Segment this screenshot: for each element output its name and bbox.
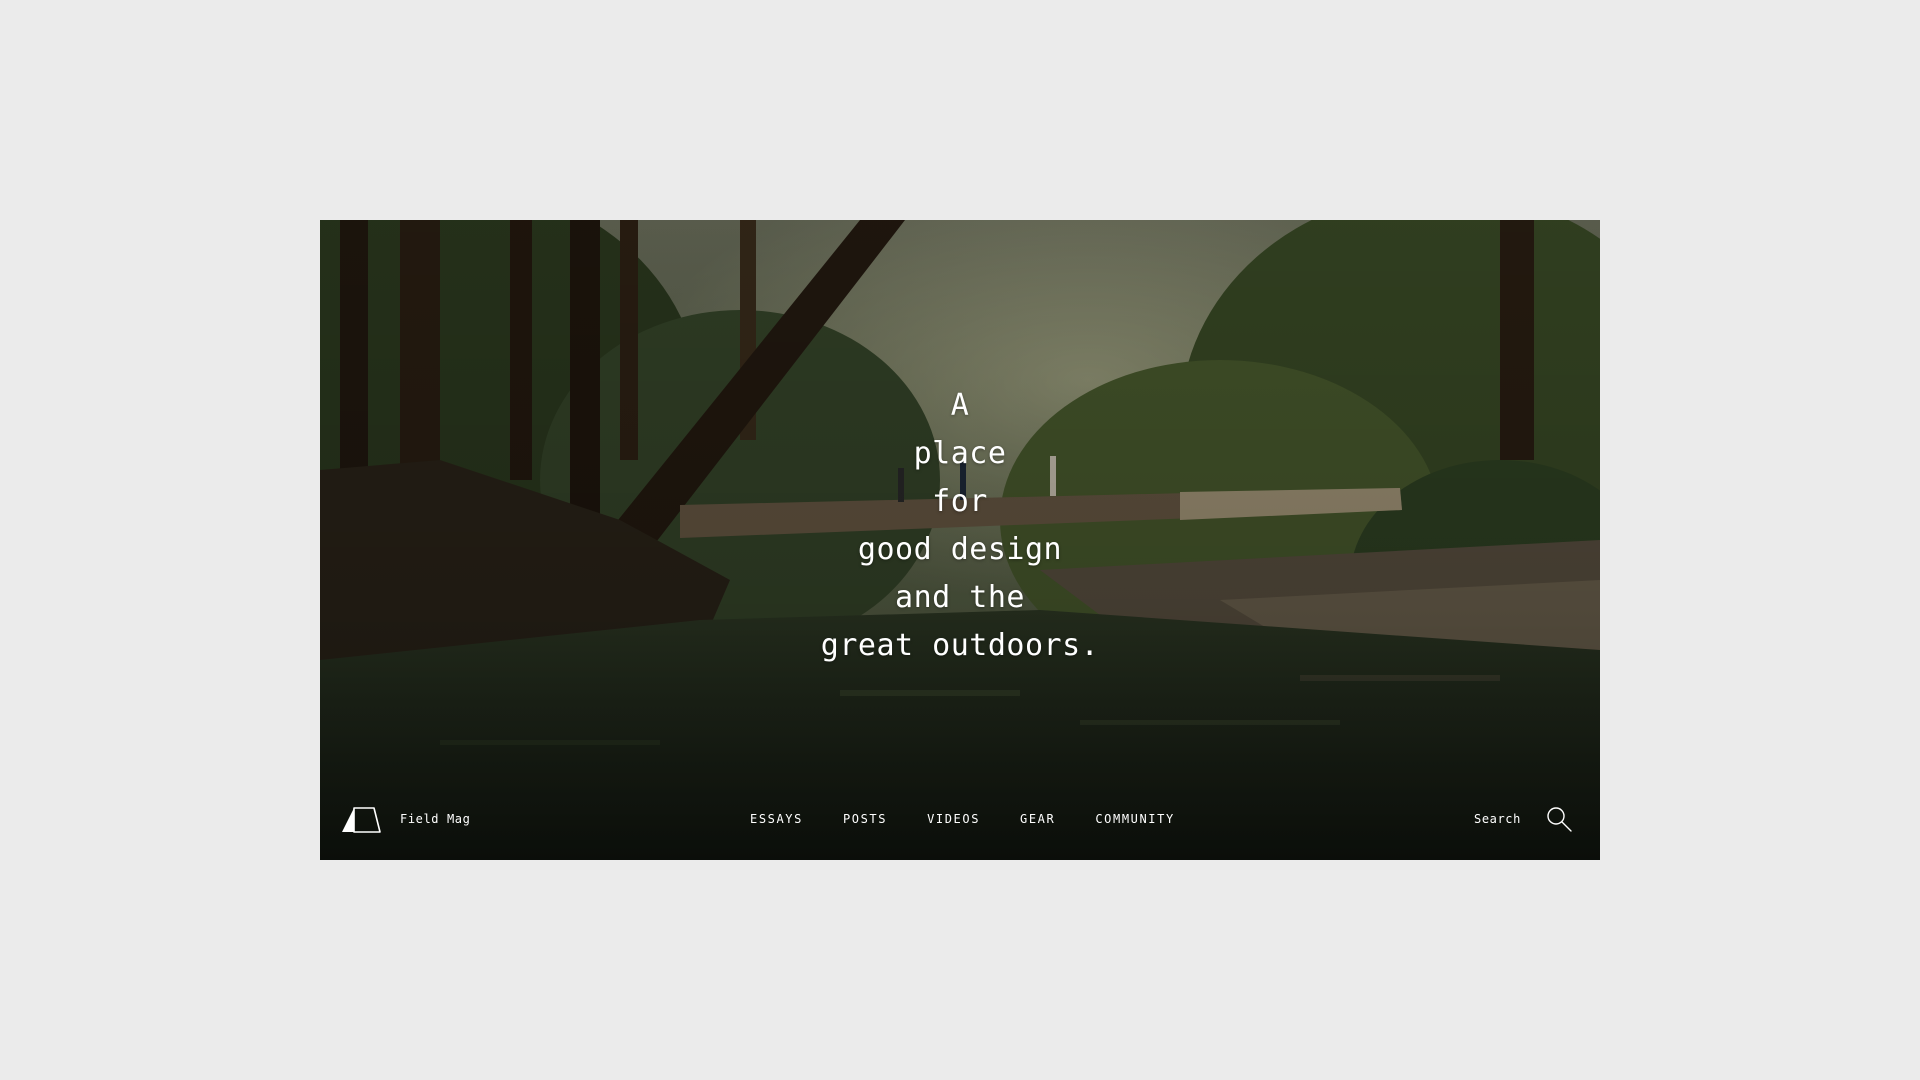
main-menu: ESSAYS POSTS VIDEOS GEAR COMMUNITY (750, 812, 1215, 826)
nav-item-videos[interactable]: VIDEOS (927, 812, 980, 826)
nav-item-posts[interactable]: POSTS (843, 812, 887, 826)
tent-logo-icon[interactable] (340, 807, 382, 833)
headline-line: good design (857, 532, 1063, 567)
headline-line: place (913, 436, 1007, 471)
hero-headline: A place for good design and the great ou… (320, 382, 1600, 670)
brand-name-link[interactable]: Field Mag (400, 812, 470, 826)
bottom-navigation: Field Mag ESSAYS POSTS VIDEOS GEAR COMMU… (320, 780, 1600, 860)
headline-line: great outdoors. (820, 628, 1100, 663)
nav-item-essays[interactable]: ESSAYS (750, 812, 803, 826)
search-icon[interactable] (1545, 805, 1573, 833)
nav-item-gear[interactable]: GEAR (1020, 812, 1055, 826)
nav-item-community[interactable]: COMMUNITY (1095, 812, 1174, 826)
headline-line: A (950, 388, 970, 423)
hero-section: A place for good design and the great ou… (320, 220, 1600, 860)
search-label[interactable]: Search (1474, 812, 1521, 826)
headline-line: and the (895, 580, 1025, 615)
headline-line: for (932, 484, 988, 519)
